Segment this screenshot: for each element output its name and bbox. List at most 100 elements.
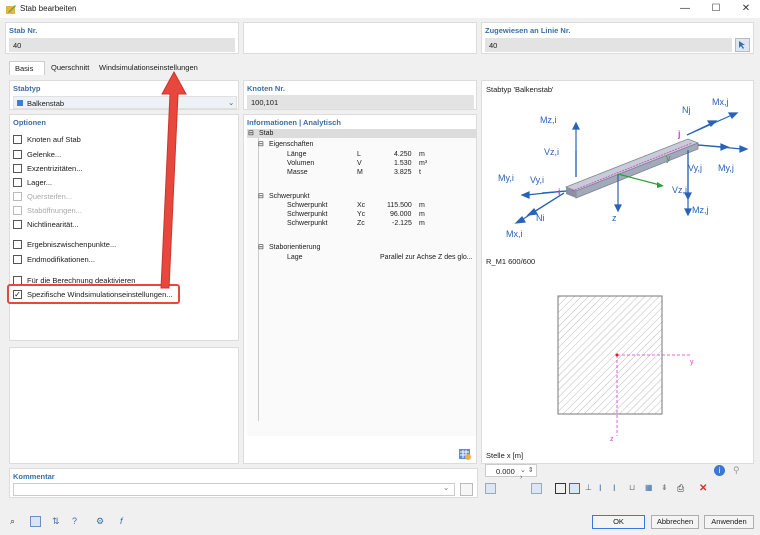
units-icon[interactable] — [30, 516, 41, 527]
tree-row-unit: m — [419, 211, 425, 218]
stabtyp-panel: Stabtyp Balkenstab ⌄ — [9, 80, 239, 110]
axis-icon[interactable]: I — [599, 483, 610, 494]
force-label: Mx,j — [712, 97, 729, 107]
tree-row-val: 4.250 — [394, 151, 412, 158]
tree-row-name: Schwerpunkt — [287, 211, 328, 218]
collapse-icon[interactable]: ⊟ — [258, 192, 264, 201]
empty-panel — [9, 347, 239, 464]
checkbox-lager[interactable] — [13, 178, 22, 187]
minimize-button[interactable]: — — [670, 0, 700, 18]
view-icon[interactable] — [531, 483, 542, 494]
section-view-icon[interactable] — [569, 483, 580, 494]
tree-row-sym: Yc — [357, 211, 366, 218]
stab-nr-panel: Stab Nr. 40 — [5, 22, 239, 54]
pin-icon[interactable]: ⚲ — [733, 465, 744, 476]
stelle-label: Stelle x [m] — [486, 451, 524, 460]
stabtyp-value: Balkenstab — [27, 99, 65, 108]
info-tree: ⊟ Stab ⊟ Eigenschaften Länge L 4.250 m V… — [247, 129, 476, 436]
force-label: Vy,j — [688, 163, 702, 173]
tree-row-val: -2.125 — [392, 220, 412, 227]
bottom-bar: ⌕ ⇅ ? ⚙ f OK Abbrechen Anwenden — [0, 508, 760, 535]
checkbox-exzentrizitaeten[interactable] — [13, 164, 22, 173]
table-export-icon[interactable] — [459, 448, 471, 460]
stepper-icon[interactable]: ⌄ ⇕ › — [520, 466, 536, 481]
tree-row-val: 115.500 — [387, 202, 412, 209]
stelle-value: 0.000 — [496, 467, 515, 476]
info-panel: Informationen | Analytisch ⊟ Stab ⊟ Eige… — [243, 114, 477, 464]
cancel-button[interactable]: Abbrechen — [651, 515, 699, 529]
knoten-label: Knoten Nr. — [247, 84, 285, 93]
stabtyp-select[interactable]: Balkenstab ⌄ — [13, 96, 237, 109]
linie-label: Zugewiesen an Linie Nr. — [485, 26, 571, 35]
info-icon[interactable]: i — [714, 465, 725, 476]
search-icon[interactable]: ⌕ — [10, 516, 21, 527]
hatch-icon[interactable]: ⊔ — [629, 483, 640, 494]
frame-icon[interactable] — [555, 483, 566, 494]
stab-nr-field[interactable]: 40 — [9, 38, 235, 52]
node-label: j — [677, 129, 681, 139]
tree-row-sym: Xc — [357, 202, 366, 209]
option-label: Endmodifikationen... — [27, 255, 95, 264]
checkbox-nichtlinearitaet[interactable] — [13, 220, 22, 229]
checkbox-windsimulation[interactable]: ✓ — [13, 290, 22, 299]
info-label: Informationen | Analytisch — [247, 118, 341, 127]
section-label: R_M1 600/600 — [486, 257, 536, 266]
kommentar-label: Kommentar — [13, 472, 55, 481]
force-label: My,j — [718, 163, 734, 173]
knoten-field[interactable]: 100,101 — [247, 95, 474, 109]
ok-button[interactable]: OK — [592, 515, 645, 529]
tree-row-name: Schwerpunkt — [287, 220, 328, 227]
settings-icon[interactable]: ⚙ — [96, 516, 107, 527]
checkbox-quersteifen — [13, 192, 22, 201]
profile-icon[interactable]: I — [613, 483, 624, 494]
tree-row-val: Parallel zur Achse Z des glo... — [380, 254, 473, 261]
stab-nr-label: Stab Nr. — [9, 26, 38, 35]
tree-schwerpunkt: Schwerpunkt — [269, 193, 310, 200]
linie-field[interactable]: 40 — [485, 38, 732, 52]
collapse-icon[interactable]: ⊟ — [258, 243, 264, 252]
collapse-icon[interactable]: ⊟ — [248, 129, 254, 138]
grid-icon[interactable]: ▦ — [645, 483, 656, 494]
option-label: Exzentrizitäten... — [27, 164, 83, 173]
delete-icon[interactable]: ✕ — [699, 483, 710, 494]
checkbox-endmodifikationen[interactable] — [13, 255, 22, 264]
checkbox-gelenke[interactable] — [13, 150, 22, 159]
annotation-arrow — [160, 70, 187, 289]
force-label: Vz,i — [544, 147, 559, 157]
numbering-icon[interactable]: ⇅ — [52, 516, 63, 527]
tree-row-sym: M — [357, 169, 363, 176]
stabtyp-preview-label: Stabtyp 'Balkenstab' — [486, 85, 554, 94]
stab-edit-icon — [5, 3, 17, 15]
select-line-icon[interactable] — [735, 38, 750, 52]
help-icon[interactable]: ? — [72, 516, 83, 527]
tab-querschnitt[interactable]: Querschnitt — [46, 61, 94, 74]
kommentar-panel: Kommentar ⌄ — [9, 468, 478, 498]
kommentar-input[interactable] — [13, 483, 455, 496]
print-icon[interactable]: ⎙ — [677, 483, 688, 494]
render-icon[interactable] — [485, 483, 496, 494]
copy-icon[interactable] — [460, 483, 473, 496]
apply-button[interactable]: Anwenden — [704, 515, 754, 529]
title-bar: Stab bearbeiten — ☐ ✕ — [0, 0, 760, 18]
tree-eigenschaften: Eigenschaften — [269, 141, 314, 148]
close-button[interactable]: ✕ — [731, 0, 760, 18]
stelle-input[interactable]: 0.000 ⌄ ⇕ › — [485, 464, 537, 481]
dimension-icon[interactable]: ⊥ — [585, 483, 596, 494]
section-diagram: y z — [557, 295, 694, 443]
tree-row-name: Schwerpunkt — [287, 202, 328, 209]
tab-basis[interactable]: Basis — [9, 61, 45, 75]
window-title: Stab bearbeiten — [20, 4, 77, 13]
color-swatch-icon — [17, 100, 23, 106]
option-label: Knoten auf Stab — [27, 135, 81, 144]
tree-row-sym: V — [357, 160, 362, 167]
force-label: Nj — [682, 105, 691, 115]
tree-row-unit: t — [419, 169, 421, 176]
option-label: Nichtlinearität... — [27, 220, 79, 229]
checkbox-ergebniszwischenpunkte[interactable] — [13, 240, 22, 249]
checkbox-knoten-auf-stab[interactable] — [13, 135, 22, 144]
collapse-icon[interactable]: ⊟ — [258, 140, 264, 149]
chevron-down-icon[interactable]: ⌄ — [443, 483, 449, 492]
maximize-button[interactable]: ☐ — [701, 0, 731, 18]
function-icon[interactable]: f — [120, 516, 131, 527]
fit-icon[interactable]: ⇟ — [661, 483, 672, 494]
